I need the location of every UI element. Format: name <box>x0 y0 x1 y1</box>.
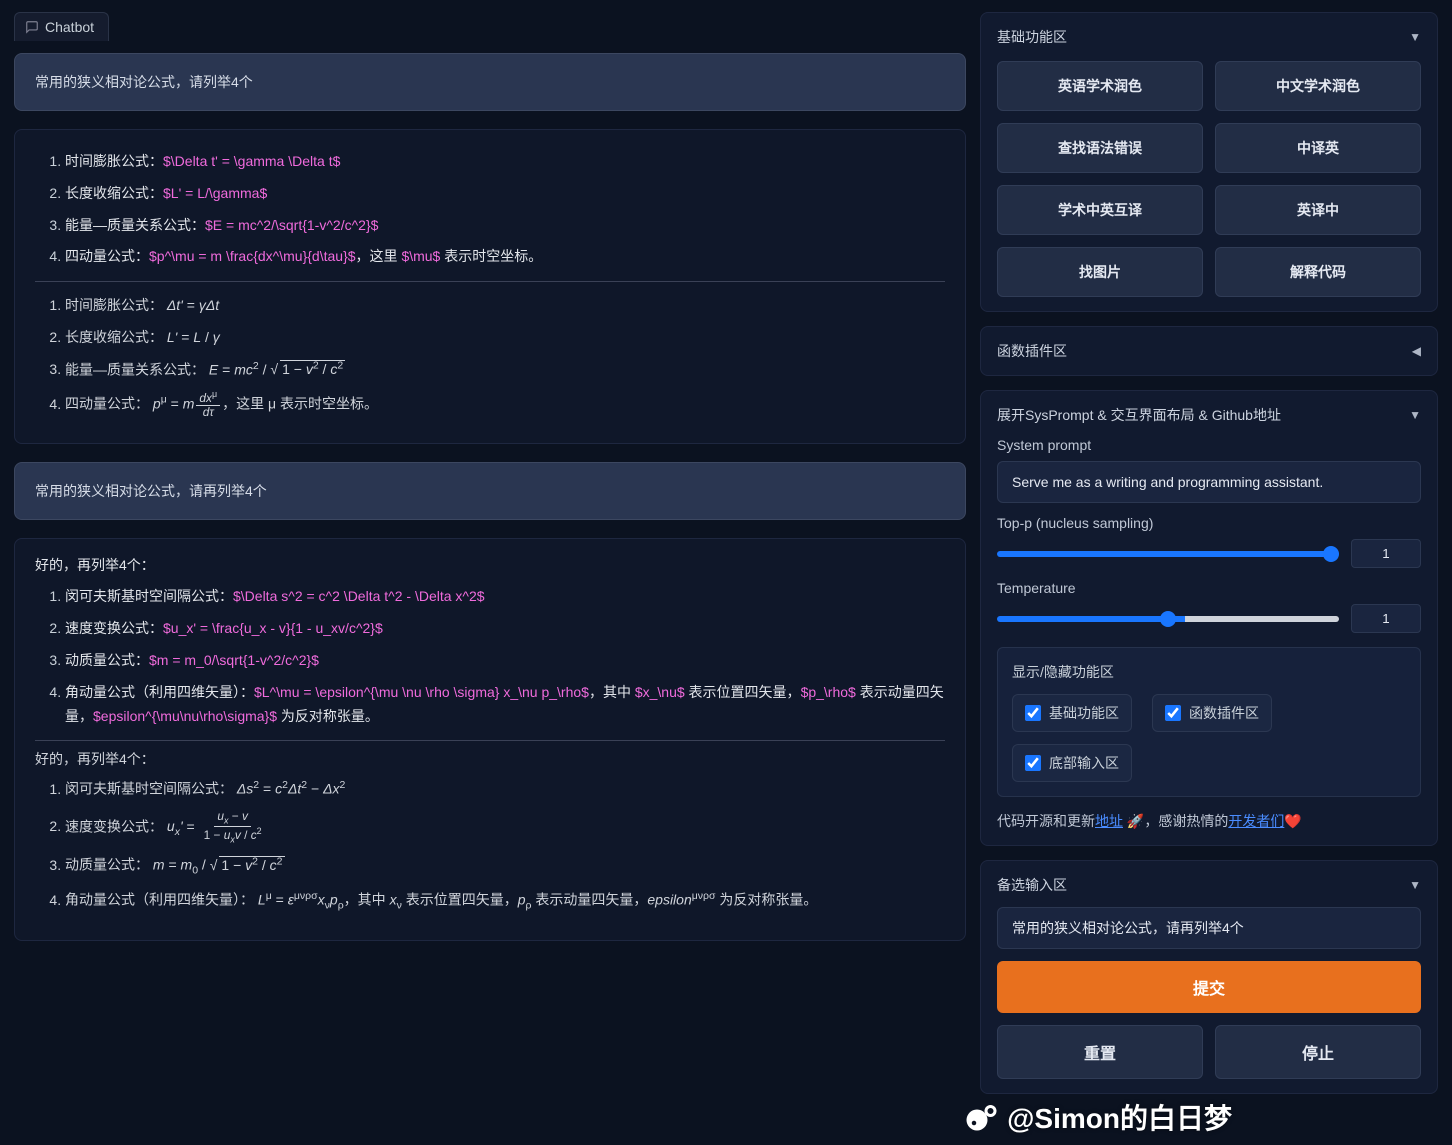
temperature-label: Temperature <box>997 580 1421 596</box>
toggle-bottom-input-checkbox[interactable]: 底部输入区 <box>1012 744 1132 782</box>
chat-icon <box>25 20 39 34</box>
chevron-down-icon: ▼ <box>1409 878 1421 892</box>
repo-link[interactable]: 地址 <box>1095 813 1123 829</box>
formula-rendered-list: 时间膨胀公式： Δt' = γΔt 长度收缩公式： L' = L / γ 能量—… <box>35 290 945 423</box>
user-message: 常用的狭义相对论公式，请再列举4个 <box>14 462 966 520</box>
bot-message: 时间膨胀公式：$\Delta t' = \gamma \Delta t$ 长度收… <box>14 129 966 444</box>
tab-bar: Chatbot <box>14 12 966 41</box>
alt-input-header[interactable]: 备选输入区 ▼ <box>997 875 1421 895</box>
divider <box>35 281 945 282</box>
plugin-panel: 函数插件区 ◀ <box>980 326 1438 376</box>
fn-en-to-cn-button[interactable]: 英译中 <box>1215 185 1421 235</box>
sysprompt-input[interactable] <box>997 461 1421 503</box>
divider <box>35 740 945 741</box>
footer-note: 代码开源和更新地址 🚀，感谢热情的开发者们❤️ <box>997 811 1421 831</box>
user-message-text: 常用的狭义相对论公式，请再列举4个 <box>35 483 267 499</box>
bot-intro: 好的，再列举4个： <box>35 555 945 575</box>
plugin-header[interactable]: 函数插件区 ◀ <box>997 341 1421 361</box>
sysprompt-label: System prompt <box>997 437 1421 453</box>
user-message: 常用的狭义相对论公式，请列举4个 <box>14 53 966 111</box>
basic-function-buttons: 英语学术润色 中文学术润色 查找语法错误 中译英 学术中英互译 英译中 找图片 … <box>997 61 1421 297</box>
alt-input-field[interactable] <box>997 907 1421 949</box>
fn-explain-code-button[interactable]: 解释代码 <box>1215 247 1421 297</box>
fn-english-polish-button[interactable]: 英语学术润色 <box>997 61 1203 111</box>
toggle-plugin-checkbox[interactable]: 函数插件区 <box>1152 694 1272 732</box>
user-message-text: 常用的狭义相对论公式，请列举4个 <box>35 74 253 90</box>
tab-chatbot[interactable]: Chatbot <box>14 12 109 41</box>
formula-source-list: 时间膨胀公式：$\Delta t' = \gamma \Delta t$ 长度收… <box>35 146 945 273</box>
submit-button[interactable]: 提交 <box>997 961 1421 1013</box>
chat-area: 常用的狭义相对论公式，请列举4个 时间膨胀公式：$\Delta t' = \ga… <box>14 53 966 1131</box>
chevron-down-icon: ▼ <box>1409 408 1421 422</box>
toggle-section: 显示/隐藏功能区 基础功能区 函数插件区 底部输入区 <box>997 647 1421 797</box>
bot-message: 好的，再列举4个： 闵可夫斯基时空间隔公式：$\Delta s^2 = c^2 … <box>14 538 966 940</box>
heart-icon: ❤️ <box>1284 813 1301 829</box>
topp-label: Top-p (nucleus sampling) <box>997 515 1421 531</box>
topp-value-input[interactable] <box>1351 539 1421 568</box>
sysprompt-panel: 展开SysPrompt & 交互界面布局 & Github地址 ▼ System… <box>980 390 1438 846</box>
fn-grammar-check-button[interactable]: 查找语法错误 <box>997 123 1203 173</box>
temperature-value-input[interactable] <box>1351 604 1421 633</box>
chevron-down-icon: ▼ <box>1409 30 1421 44</box>
basic-functions-header[interactable]: 基础功能区 ▼ <box>997 27 1421 47</box>
toggle-basic-checkbox[interactable]: 基础功能区 <box>1012 694 1132 732</box>
fn-find-image-button[interactable]: 找图片 <box>997 247 1203 297</box>
temperature-slider[interactable] <box>997 616 1339 622</box>
stop-button[interactable]: 停止 <box>1215 1025 1421 1079</box>
formula-rendered-list: 闵可夫斯基时空间隔公式： Δs2 = c2Δt2 − Δx2 速度变换公式： u… <box>35 773 945 919</box>
alt-input-panel: 备选输入区 ▼ 提交 重置 停止 <box>980 860 1438 1094</box>
toggle-section-title: 显示/隐藏功能区 <box>1012 662 1406 682</box>
contributors-link[interactable]: 开发者们 <box>1228 813 1284 829</box>
reset-button[interactable]: 重置 <box>997 1025 1203 1079</box>
fn-chinese-polish-button[interactable]: 中文学术润色 <box>1215 61 1421 111</box>
fn-cn-to-en-button[interactable]: 中译英 <box>1215 123 1421 173</box>
fn-academic-cn-en-button[interactable]: 学术中英互译 <box>997 185 1203 235</box>
topp-slider[interactable] <box>997 551 1339 557</box>
sysprompt-header[interactable]: 展开SysPrompt & 交互界面布局 & Github地址 ▼ <box>997 405 1421 425</box>
chevron-left-icon: ◀ <box>1412 344 1421 358</box>
tab-label: Chatbot <box>45 19 94 35</box>
formula-source-list: 闵可夫斯基时空间隔公式：$\Delta s^2 = c^2 \Delta t^2… <box>35 581 945 732</box>
basic-functions-panel: 基础功能区 ▼ 英语学术润色 中文学术润色 查找语法错误 中译英 学术中英互译 … <box>980 12 1438 312</box>
